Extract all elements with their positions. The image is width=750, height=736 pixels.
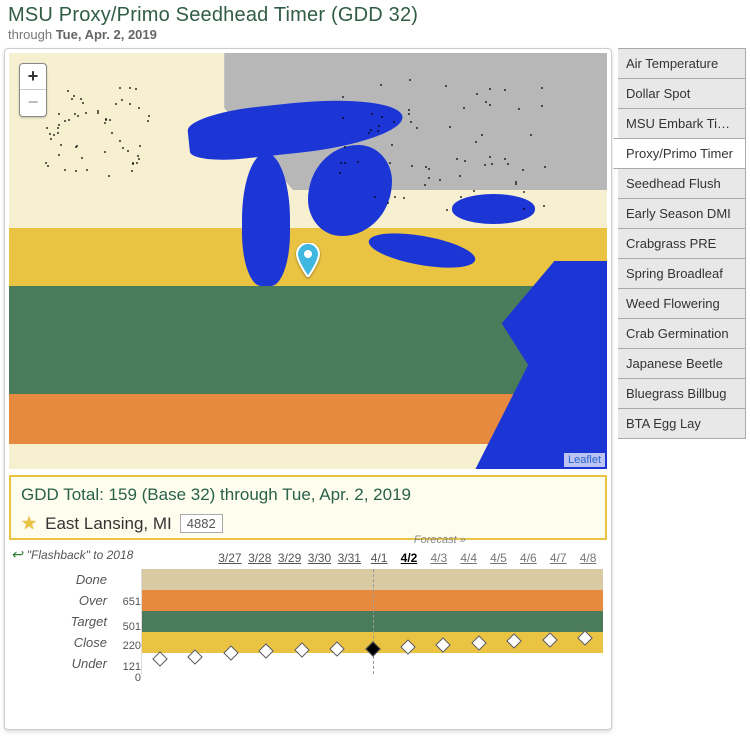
tab-air-temperature[interactable]: Air Temperature [618,48,746,79]
flashback-arrow-icon: ↩ [11,546,23,563]
tab-msu-embark-timer[interactable]: MSU Embark Timer [618,108,746,139]
zoom-out-button[interactable]: − [20,90,46,116]
marker-4-8[interactable] [578,631,594,647]
tab-proxy-primo-timer[interactable]: Proxy/Primo Timer [613,138,746,169]
tab-weed-flowering[interactable]: Weed Flowering [618,288,746,319]
scale-values: 6515012201210 [113,569,141,674]
layer-tabs: Air TemperatureDollar SpotMSU Embark Tim… [618,48,746,730]
tab-japanese-beetle[interactable]: Japanese Beetle [618,348,746,379]
page-subtitle: through Tue, Apr. 2, 2019 [8,27,742,42]
tab-bta-egg-lay[interactable]: BTA Egg Lay [618,408,746,439]
marker-3-27[interactable] [152,652,168,668]
timeline: ↩ "Flashback" to 2018 3/273/283/293/303/… [9,546,607,678]
date-4-1[interactable]: 4/1 [364,551,394,565]
zoom-in-button[interactable]: + [20,64,46,90]
page-header: MSU Proxy/Primo Seedhead Timer (GDD 32) … [0,0,750,48]
date-4-6[interactable]: 4/6 [513,551,543,565]
date-3-28[interactable]: 3/28 [245,551,275,565]
timeline-dates: 3/273/283/293/303/314/14/24/34/44/54/64/… [215,551,603,565]
marker-4-4[interactable] [436,637,452,653]
marker-3-30[interactable] [258,643,274,659]
date-4-3[interactable]: 4/3 [424,551,454,565]
band-labels: DoneOverTargetCloseUnder [11,569,113,674]
date-3-27[interactable]: 3/27 [215,551,245,565]
date-4-7[interactable]: 4/7 [543,551,573,565]
location-code-button[interactable]: 4882 [180,514,223,533]
marker-3-31[interactable] [294,642,310,658]
flashback-link[interactable]: ↩ "Flashback" to 2018 [11,546,215,565]
marker-4-1[interactable] [329,641,345,657]
marker-4-2[interactable] [365,641,381,657]
date-4-4[interactable]: 4/4 [454,551,484,565]
tab-dollar-spot[interactable]: Dollar Spot [618,78,746,109]
info-box: GDD Total: 159 (Base 32) through Tue, Ap… [9,475,607,540]
marker-3-29[interactable] [223,645,239,661]
page-title: MSU Proxy/Primo Seedhead Timer (GDD 32) [8,4,742,27]
tab-seedhead-flush[interactable]: Seedhead Flush [618,168,746,199]
location-pin-icon[interactable] [295,243,321,269]
marker-4-3[interactable] [400,639,416,655]
location-name: East Lansing, MI [45,514,172,534]
date-3-31[interactable]: 3/31 [334,551,364,565]
main-panel: + − Leaflet GDD Total: 159 (Base 32) thr… [4,48,612,730]
tab-crabgrass-pre[interactable]: Crabgrass PRE [618,228,746,259]
date-4-2[interactable]: 4/2 [394,551,424,565]
date-4-8[interactable]: 4/8 [573,551,603,565]
marker-4-5[interactable] [471,635,487,651]
marker-4-6[interactable] [507,634,523,650]
lake-michigan [242,153,290,286]
tab-early-season-dmi[interactable]: Early Season DMI [618,198,746,229]
tab-bluegrass-billbug[interactable]: Bluegrass Billbug [618,378,746,409]
map-attribution[interactable]: Leaflet [564,453,605,467]
tab-crab-germination[interactable]: Crab Germination [618,318,746,349]
map-canvas[interactable]: + − Leaflet [9,53,607,469]
date-4-5[interactable]: 4/5 [484,551,514,565]
zoom-control: + − [19,63,47,117]
favorite-star-icon[interactable]: ★ [21,513,37,534]
timeline-bars [141,569,603,674]
marker-3-28[interactable] [187,649,203,665]
date-3-30[interactable]: 3/30 [305,551,335,565]
marker-4-7[interactable] [542,633,558,649]
tab-spring-broadleaf[interactable]: Spring Broadleaf [618,258,746,289]
date-3-29[interactable]: 3/29 [275,551,305,565]
forecast-label: Forecast » [414,534,466,546]
gdd-total-text: GDD Total: 159 (Base 32) through Tue, Ap… [21,485,595,505]
